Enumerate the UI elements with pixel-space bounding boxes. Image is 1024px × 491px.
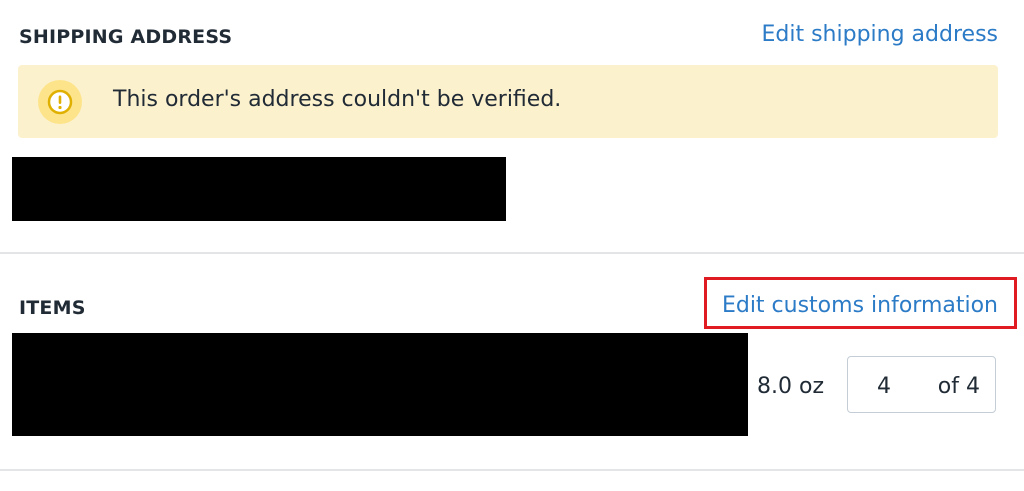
shipping-address-heading: SHIPPING ADDRESS — [19, 26, 233, 48]
quantity-input[interactable]: 4 of 4 — [847, 356, 996, 413]
edit-shipping-address-link[interactable]: Edit shipping address — [762, 22, 999, 47]
quantity-value[interactable]: 4 — [877, 374, 891, 399]
items-heading: ITEMS — [19, 297, 86, 319]
item-weight: 8.0 oz — [757, 374, 824, 399]
edit-customs-information-link[interactable]: Edit customs information — [722, 293, 998, 318]
section-divider — [0, 252, 1024, 254]
quantity-total: of 4 — [937, 374, 980, 399]
address-warning-banner: This order's address couldn't be verifie… — [18, 65, 998, 138]
order-details-panel: SHIPPING ADDRESS Edit shipping address T… — [0, 0, 1024, 491]
section-divider — [0, 469, 1024, 471]
exclamation-circle-icon — [38, 80, 82, 124]
redacted-item-details — [12, 333, 748, 436]
address-warning-text: This order's address couldn't be verifie… — [113, 87, 562, 112]
redacted-address-block — [12, 157, 506, 221]
